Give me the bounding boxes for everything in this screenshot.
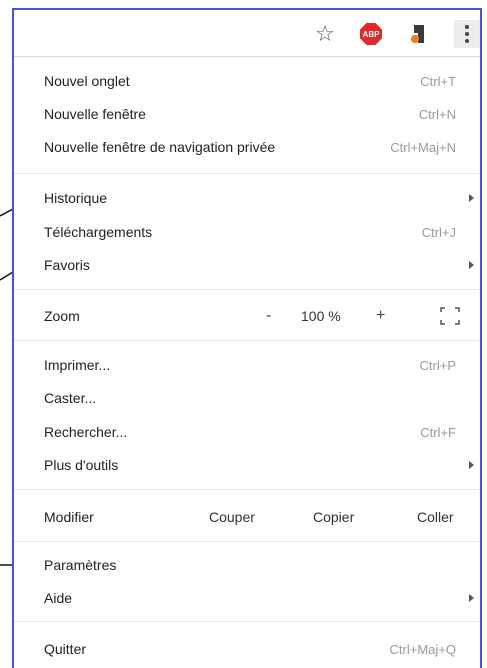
menu-item-find[interactable]: Rechercher... Ctrl+F bbox=[14, 418, 480, 446]
chrome-main-menu: Nouvel onglet Ctrl+T Nouvelle fenêtre Ct… bbox=[14, 57, 480, 668]
menu-item-label: Historique bbox=[44, 190, 108, 206]
menu-item-label: Plus d'outils bbox=[44, 457, 119, 473]
menu-item-zoom: Zoom - 100 % + bbox=[14, 302, 480, 330]
extension-icon[interactable] bbox=[407, 22, 431, 46]
menu-item-incognito[interactable]: Nouvelle fenêtre de navigation privée Ct… bbox=[14, 133, 480, 161]
submenu-arrow-icon bbox=[469, 261, 474, 269]
menu-item-edit: Modifier Couper Copier Coller bbox=[14, 503, 480, 531]
menu-separator bbox=[14, 489, 480, 490]
browser-window: ☆ ABP Nouvel onglet Ctrl+T Nouvelle fenê… bbox=[12, 8, 482, 668]
menu-item-label: Téléchargements bbox=[44, 224, 153, 240]
menu-item-label: Rechercher... bbox=[44, 424, 128, 440]
submenu-arrow-icon bbox=[469, 194, 474, 202]
menu-item-shortcut: Ctrl+F bbox=[420, 424, 456, 440]
menu-item-shortcut: Ctrl+J bbox=[421, 224, 456, 240]
menu-item-new-tab[interactable]: Nouvel onglet Ctrl+T bbox=[14, 67, 480, 95]
menu-item-label: Caster... bbox=[44, 390, 97, 406]
copy-button[interactable]: Copier bbox=[313, 509, 354, 525]
menu-item-quit[interactable]: Quitter Ctrl+Maj+Q bbox=[14, 635, 480, 663]
kebab-menu-icon[interactable] bbox=[454, 20, 480, 48]
menu-item-downloads[interactable]: Téléchargements Ctrl+J bbox=[14, 218, 480, 246]
cut-button[interactable]: Couper bbox=[209, 509, 255, 525]
menu-item-shortcut: Ctrl+Maj+N bbox=[390, 139, 456, 155]
menu-separator bbox=[14, 340, 480, 341]
menu-item-settings[interactable]: Paramètres bbox=[14, 551, 480, 579]
menu-item-help[interactable]: Aide bbox=[14, 584, 480, 612]
zoom-level: 100 % bbox=[301, 308, 341, 324]
submenu-arrow-icon bbox=[469, 461, 474, 469]
menu-item-shortcut: Ctrl+Maj+Q bbox=[389, 641, 456, 657]
menu-separator bbox=[14, 289, 480, 290]
menu-item-shortcut: Ctrl+N bbox=[418, 106, 456, 122]
menu-item-label: Favoris bbox=[44, 257, 90, 273]
menu-item-shortcut: Ctrl+T bbox=[420, 73, 456, 89]
menu-separator bbox=[14, 541, 480, 542]
menu-item-print[interactable]: Imprimer... Ctrl+P bbox=[14, 351, 480, 379]
menu-item-label: Zoom bbox=[44, 308, 80, 324]
menu-item-label: Nouvelle fenêtre bbox=[44, 106, 146, 122]
menu-item-more-tools[interactable]: Plus d'outils bbox=[14, 451, 480, 479]
menu-item-shortcut: Ctrl+P bbox=[419, 357, 456, 373]
menu-item-label: Aide bbox=[44, 590, 73, 606]
menu-item-bookmarks[interactable]: Favoris bbox=[14, 251, 480, 279]
browser-toolbar: ☆ ABP bbox=[14, 10, 480, 57]
menu-item-cast[interactable]: Caster... bbox=[14, 384, 480, 412]
menu-separator bbox=[14, 621, 480, 622]
paste-button[interactable]: Coller bbox=[417, 509, 454, 525]
adblock-icon[interactable]: ABP bbox=[359, 22, 383, 46]
menu-item-history[interactable]: Historique bbox=[14, 184, 480, 212]
menu-separator bbox=[14, 173, 480, 174]
zoom-in-button[interactable]: + bbox=[376, 307, 385, 325]
menu-item-label: Imprimer... bbox=[44, 357, 111, 373]
adblock-badge: ABP bbox=[360, 23, 382, 45]
zoom-out-button[interactable]: - bbox=[266, 307, 271, 325]
star-icon[interactable]: ☆ bbox=[313, 22, 337, 46]
menu-item-label: Quitter bbox=[44, 641, 87, 657]
menu-item-label: Nouvelle fenêtre de navigation privée bbox=[44, 139, 276, 155]
fullscreen-icon[interactable] bbox=[440, 307, 460, 325]
submenu-arrow-icon bbox=[469, 594, 474, 602]
menu-item-label: Nouvel onglet bbox=[44, 73, 130, 89]
menu-item-new-window[interactable]: Nouvelle fenêtre Ctrl+N bbox=[14, 100, 480, 128]
menu-item-label: Paramètres bbox=[44, 557, 117, 573]
menu-item-label: Modifier bbox=[44, 509, 94, 525]
